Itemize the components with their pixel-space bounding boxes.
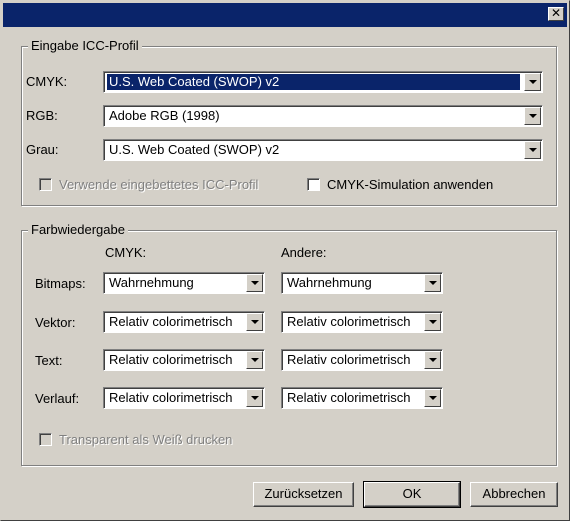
gray-profile-label: Grau: [26, 142, 59, 157]
text-other-intent-select[interactable]: Relativ colorimetrisch [281, 349, 443, 371]
cmyk-profile-select[interactable]: U.S. Web Coated (SWOP) v2 [103, 71, 543, 93]
bitmaps-label: Bitmaps: [35, 276, 86, 291]
gray-profile-select[interactable]: U.S. Web Coated (SWOP) v2 [103, 139, 543, 161]
chevron-down-icon[interactable] [246, 274, 263, 292]
title-bar: ✕ [3, 3, 567, 27]
rendering-cmyk-column-header: CMYK: [105, 245, 147, 260]
text-other-intent-value: Relativ colorimetrisch [287, 352, 411, 367]
chevron-down-icon[interactable] [246, 351, 263, 369]
gradient-label: Verlauf: [35, 391, 80, 406]
text-label: Text: [35, 353, 63, 368]
transparent-as-white-checkbox[interactable] [39, 433, 52, 446]
rgb-profile-select[interactable]: Adobe RGB (1998) [103, 105, 543, 127]
close-icon[interactable]: ✕ [548, 7, 564, 21]
rendering-other-column-header: Andere: [281, 245, 327, 260]
vector-label: Vektor: [35, 315, 76, 330]
text-cmyk-intent-value: Relativ colorimetrisch [109, 352, 233, 367]
cmyk-simulation-checkbox[interactable] [307, 178, 320, 191]
chevron-down-icon[interactable] [524, 107, 541, 125]
cmyk-profile-value: U.S. Web Coated (SWOP) v2 [107, 74, 520, 90]
color-settings-dialog: ✕ Eingabe ICC-Profil CMYK: U.S. Web Coat… [0, 0, 570, 521]
ok-button[interactable]: OK [363, 481, 461, 508]
gradient-other-intent-value: Relativ colorimetrisch [287, 390, 411, 405]
chevron-down-icon[interactable] [246, 389, 263, 407]
transparent-as-white-label: Transparent als Weiß drucken [59, 432, 233, 447]
gray-profile-value: U.S. Web Coated (SWOP) v2 [109, 142, 280, 157]
rgb-profile-value: Adobe RGB (1998) [109, 108, 220, 123]
cmyk-simulation-label: CMYK-Simulation anwenden [327, 177, 494, 192]
reset-button[interactable]: Zurücksetzen [253, 482, 354, 507]
use-embedded-profile-label: Verwende eingebettetes ICC-Profil [59, 177, 259, 192]
vector-other-intent-value: Relativ colorimetrisch [287, 314, 411, 329]
cancel-button[interactable]: Abbrechen [470, 482, 558, 507]
chevron-down-icon[interactable] [424, 313, 441, 331]
input-profile-group-title: Eingabe ICC-Profil [28, 38, 142, 54]
chevron-down-icon[interactable] [424, 274, 441, 292]
bitmaps-other-intent-select[interactable]: Wahrnehmung [281, 272, 443, 294]
gradient-cmyk-intent-value: Relativ colorimetrisch [109, 390, 233, 405]
chevron-down-icon[interactable] [524, 141, 541, 159]
rendering-intent-group: Farbwiedergabe [21, 222, 557, 466]
cmyk-profile-label: CMYK: [26, 74, 68, 89]
chevron-down-icon[interactable] [246, 313, 263, 331]
gradient-other-intent-select[interactable]: Relativ colorimetrisch [281, 387, 443, 409]
vector-cmyk-intent-value: Relativ colorimetrisch [109, 314, 233, 329]
rgb-profile-label: RGB: [26, 108, 58, 123]
text-cmyk-intent-select[interactable]: Relativ colorimetrisch [103, 349, 265, 371]
bitmaps-other-intent-value: Wahrnehmung [287, 275, 372, 290]
vector-other-intent-select[interactable]: Relativ colorimetrisch [281, 311, 443, 333]
bitmaps-cmyk-intent-select[interactable]: Wahrnehmung [103, 272, 265, 294]
gradient-cmyk-intent-select[interactable]: Relativ colorimetrisch [103, 387, 265, 409]
rendering-intent-group-title: Farbwiedergabe [28, 222, 128, 238]
chevron-down-icon[interactable] [424, 389, 441, 407]
bitmaps-cmyk-intent-value: Wahrnehmung [109, 275, 194, 290]
use-embedded-profile-checkbox[interactable] [39, 178, 52, 191]
chevron-down-icon[interactable] [524, 73, 541, 91]
vector-cmyk-intent-select[interactable]: Relativ colorimetrisch [103, 311, 265, 333]
chevron-down-icon[interactable] [424, 351, 441, 369]
